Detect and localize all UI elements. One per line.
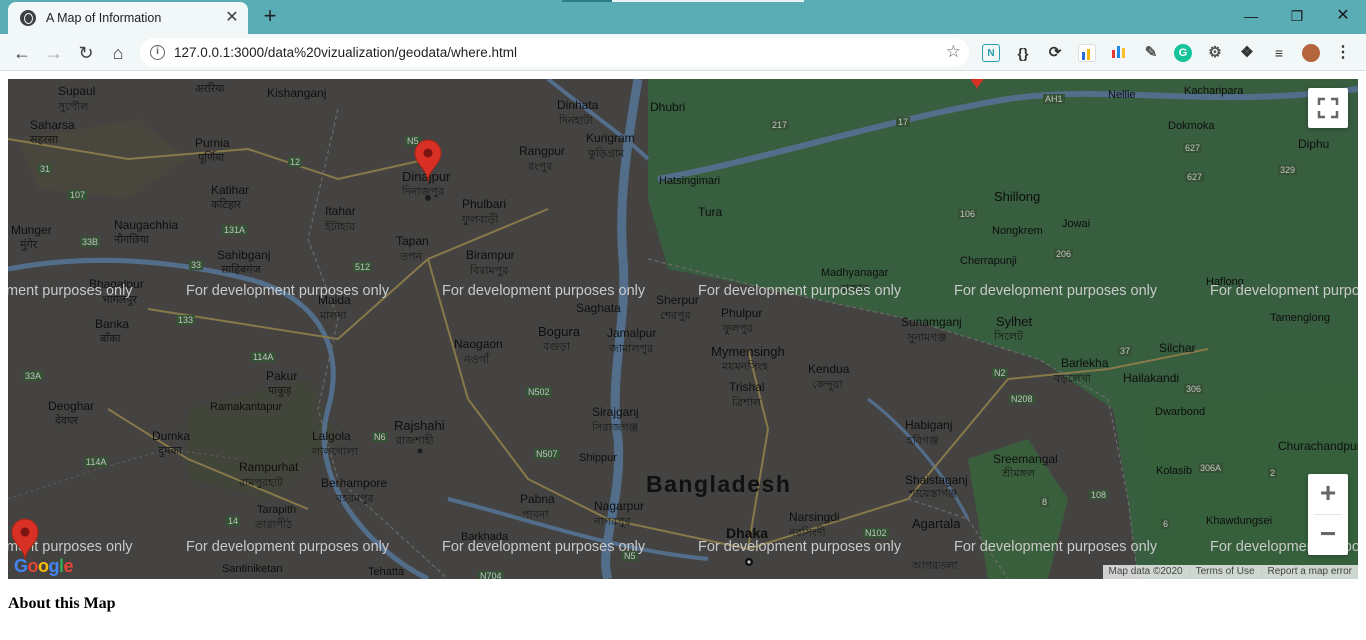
new-tab-button[interactable]: + — [258, 5, 282, 29]
report-map-error-link[interactable]: Report a map error — [1260, 565, 1358, 579]
terms-of-use-link[interactable]: Terms of Use — [1188, 565, 1261, 579]
google-logo[interactable]: Google — [14, 556, 74, 577]
browser-toolbar: ← → ↻ ⌂ i 127.0.0.1:3000/data%20vizualiz… — [0, 34, 1366, 71]
url-text: 127.0.0.1:3000/data%20vizualization/geod… — [174, 45, 517, 60]
extension-gear-icon[interactable]: ⚙ — [1206, 44, 1224, 62]
map-attribution: Map data ©2020 Terms of Use Report a map… — [1102, 565, 1358, 579]
profile-avatar[interactable] — [1302, 44, 1320, 62]
zoom-control: + − — [1308, 474, 1348, 555]
dev-watermark: ment purposes only — [8, 283, 133, 299]
extensions-puzzle-icon[interactable]: ❖ — [1238, 44, 1256, 62]
map-marker-north-partial[interactable] — [970, 79, 984, 91]
minimize-icon[interactable]: — — [1237, 4, 1265, 28]
dev-watermark: For development purposes only — [186, 539, 390, 555]
dev-watermark: For development purposes only — [442, 283, 646, 299]
tab-strip: A Map of Information ✕ + — ❐ ✕ — [0, 0, 1366, 34]
window-close-icon[interactable]: ✕ — [1329, 4, 1357, 28]
zoom-out-button[interactable]: − — [1308, 515, 1348, 555]
tab-title: A Map of Information — [46, 11, 162, 25]
close-tab-icon[interactable]: ✕ — [224, 10, 240, 26]
country-label: Bangladesh — [646, 471, 792, 497]
extension-sync-icon[interactable]: ⟳ — [1046, 44, 1064, 62]
forward-icon[interactable]: → — [41, 40, 67, 66]
google-map[interactable]: Supaul সুপৌল अररिया Kishanganj Saharsa स… — [8, 79, 1358, 579]
restore-icon[interactable]: ❐ — [1283, 4, 1311, 28]
address-bar[interactable]: i 127.0.0.1:3000/data%20vizualization/ge… — [140, 38, 969, 67]
map-data-text: Map data ©2020 — [1108, 566, 1183, 577]
extension-bars-icon[interactable] — [1110, 44, 1128, 62]
extension-chart-icon[interactable] — [1078, 44, 1096, 62]
dev-overlay — [8, 79, 1358, 579]
bookmark-star-icon[interactable]: ☆ — [946, 42, 961, 62]
dev-watermark: For development purposes only — [698, 283, 902, 299]
dev-watermark: For development purposes only — [698, 539, 902, 555]
zoom-in-button[interactable]: + — [1308, 474, 1348, 514]
dev-watermark: For development purposes only — [954, 283, 1158, 299]
page-heading: About this Map — [8, 595, 116, 612]
fullscreen-button[interactable] — [1308, 88, 1348, 128]
dev-watermark: For development purposes only — [1210, 283, 1358, 299]
eyedropper-icon[interactable]: ✎ — [1142, 44, 1160, 62]
grammarly-icon[interactable]: G — [1174, 44, 1192, 62]
tab-strip-indicator — [562, 0, 804, 2]
dev-watermark: For development purposes only — [954, 539, 1158, 555]
home-icon[interactable]: ⌂ — [105, 40, 131, 66]
globe-icon — [20, 10, 36, 26]
menu-kebab-icon[interactable]: ⋮ — [1334, 44, 1352, 62]
map-marker-dinajpur[interactable] — [414, 139, 442, 183]
dev-watermark: For development purposes only — [186, 283, 390, 299]
tab-active[interactable]: A Map of Information ✕ — [8, 2, 248, 34]
back-icon[interactable]: ← — [9, 40, 35, 66]
fullscreen-icon — [1317, 97, 1339, 119]
extension-n-icon[interactable]: N — [982, 44, 1000, 62]
extension-json-icon[interactable]: {} — [1014, 44, 1032, 62]
dev-watermark: For development purposes only — [442, 539, 646, 555]
reload-icon[interactable]: ↻ — [73, 40, 99, 66]
site-info-icon[interactable]: i — [150, 45, 165, 60]
media-queue-icon[interactable]: ≡ — [1270, 44, 1288, 62]
